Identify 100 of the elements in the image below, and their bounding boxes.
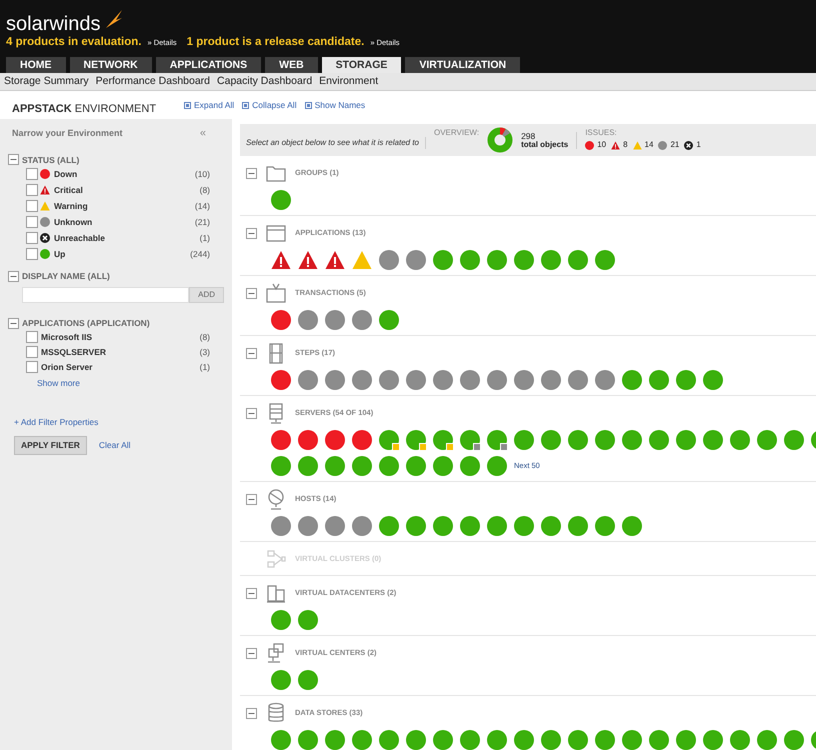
status-dot[interactable] bbox=[568, 516, 588, 536]
status-dot[interactable] bbox=[622, 730, 642, 750]
status-dot[interactable] bbox=[406, 370, 426, 390]
status-dot[interactable] bbox=[298, 670, 318, 690]
status-dot[interactable] bbox=[433, 430, 453, 450]
status-dot[interactable] bbox=[433, 250, 453, 270]
checkbox[interactable] bbox=[26, 200, 38, 212]
status-dot[interactable] bbox=[622, 370, 642, 390]
status-dot[interactable] bbox=[298, 456, 318, 476]
status-dot[interactable] bbox=[649, 370, 669, 390]
checkbox[interactable] bbox=[26, 216, 38, 228]
subnav-link[interactable]: Capacity Dashboard bbox=[217, 74, 312, 90]
subnav-link[interactable]: Performance Dashboard bbox=[96, 74, 210, 90]
status-dot[interactable] bbox=[514, 250, 534, 270]
status-dot[interactable] bbox=[298, 516, 318, 536]
status-dot[interactable] bbox=[568, 730, 588, 750]
status-dot[interactable] bbox=[514, 370, 534, 390]
collapse-toggle-icon[interactable] bbox=[8, 318, 19, 329]
status-dot[interactable] bbox=[460, 456, 480, 476]
collapse-toggle-icon[interactable] bbox=[8, 154, 19, 166]
status-dot[interactable] bbox=[298, 730, 318, 750]
status-dot[interactable] bbox=[325, 310, 345, 330]
add-filter-link[interactable]: + Add Filter Properties bbox=[14, 416, 226, 428]
nav-tab[interactable]: STORAGE bbox=[322, 57, 402, 73]
status-dot[interactable] bbox=[379, 430, 399, 450]
checkbox[interactable] bbox=[26, 361, 38, 374]
status-dot[interactable] bbox=[460, 430, 480, 450]
status-dot[interactable] bbox=[271, 370, 291, 390]
collapse-toggle-icon[interactable] bbox=[246, 708, 257, 718]
status-dot[interactable] bbox=[730, 430, 750, 450]
status-dot[interactable] bbox=[379, 516, 399, 536]
status-dot[interactable] bbox=[379, 250, 399, 270]
nav-tab[interactable]: HOME bbox=[6, 57, 66, 73]
status-dot[interactable] bbox=[622, 430, 642, 450]
status-dot[interactable] bbox=[676, 730, 696, 750]
status-dot[interactable] bbox=[325, 730, 345, 750]
status-dot[interactable] bbox=[514, 430, 534, 450]
status-dot[interactable] bbox=[433, 730, 453, 750]
status-dot[interactable] bbox=[595, 730, 615, 750]
status-dot[interactable] bbox=[298, 610, 318, 630]
status-dot[interactable] bbox=[433, 456, 453, 476]
subnav-link[interactable]: Environment bbox=[319, 74, 378, 90]
status-dot[interactable] bbox=[460, 250, 480, 270]
toolbar-link[interactable]: Expand All bbox=[184, 99, 234, 112]
nav-tab[interactable]: APPLICATIONS bbox=[156, 57, 262, 73]
alert-triangle-icon[interactable] bbox=[271, 250, 291, 270]
status-dot[interactable] bbox=[271, 610, 291, 630]
status-dot[interactable] bbox=[271, 670, 291, 690]
status-dot[interactable] bbox=[757, 430, 777, 450]
checkbox[interactable] bbox=[26, 232, 38, 244]
status-dot[interactable] bbox=[460, 370, 480, 390]
warning-triangle-icon[interactable] bbox=[352, 250, 372, 270]
status-dot[interactable] bbox=[460, 730, 480, 750]
checkbox[interactable] bbox=[26, 168, 38, 180]
status-dot[interactable] bbox=[595, 516, 615, 536]
collapse-toggle-icon[interactable] bbox=[246, 408, 257, 418]
alert-triangle-icon[interactable] bbox=[611, 140, 620, 150]
status-dot[interactable] bbox=[271, 430, 291, 450]
status-dot[interactable] bbox=[568, 250, 588, 270]
checkbox[interactable] bbox=[26, 346, 38, 358]
status-dot[interactable] bbox=[271, 516, 291, 536]
status-dot[interactable] bbox=[406, 516, 426, 536]
status-dot[interactable] bbox=[595, 370, 615, 390]
status-dot[interactable] bbox=[40, 217, 50, 228]
status-dot[interactable] bbox=[649, 730, 669, 750]
status-dot[interactable] bbox=[460, 516, 480, 536]
x-circle-icon[interactable] bbox=[40, 233, 50, 244]
checkbox[interactable] bbox=[26, 331, 38, 344]
status-dot[interactable] bbox=[406, 456, 426, 476]
status-dot[interactable] bbox=[325, 456, 345, 476]
status-dot[interactable] bbox=[676, 370, 696, 390]
subnav-link[interactable]: Storage Summary bbox=[4, 74, 89, 90]
alert-triangle-icon[interactable] bbox=[40, 185, 50, 196]
status-dot[interactable] bbox=[352, 456, 372, 476]
status-dot[interactable] bbox=[703, 430, 723, 450]
checkbox[interactable] bbox=[26, 184, 38, 196]
status-dot[interactable] bbox=[487, 516, 507, 536]
status-dot[interactable] bbox=[658, 140, 668, 150]
collapse-toggle-icon[interactable] bbox=[246, 648, 257, 658]
status-dot[interactable] bbox=[703, 370, 723, 390]
status-dot[interactable] bbox=[352, 430, 372, 450]
status-dot[interactable] bbox=[352, 310, 372, 330]
status-dot[interactable] bbox=[487, 430, 507, 450]
status-dot[interactable] bbox=[487, 730, 507, 750]
status-dot[interactable] bbox=[541, 730, 561, 750]
status-dot[interactable] bbox=[325, 370, 345, 390]
status-dot[interactable] bbox=[514, 516, 534, 536]
nav-tab[interactable]: NETWORK bbox=[70, 57, 152, 73]
status-dot[interactable] bbox=[298, 370, 318, 390]
status-dot[interactable] bbox=[568, 430, 588, 450]
status-dot[interactable] bbox=[487, 370, 507, 390]
status-dot[interactable] bbox=[325, 430, 345, 450]
collapse-toggle-icon[interactable] bbox=[8, 271, 19, 282]
status-dot[interactable] bbox=[406, 430, 426, 450]
collapse-toggle-icon[interactable] bbox=[246, 588, 257, 598]
add-button[interactable]: ADD bbox=[189, 287, 224, 303]
nav-tab[interactable]: WEB bbox=[265, 57, 318, 73]
status-dot[interactable] bbox=[379, 370, 399, 390]
status-dot[interactable] bbox=[487, 456, 507, 476]
status-dot[interactable] bbox=[622, 516, 642, 536]
